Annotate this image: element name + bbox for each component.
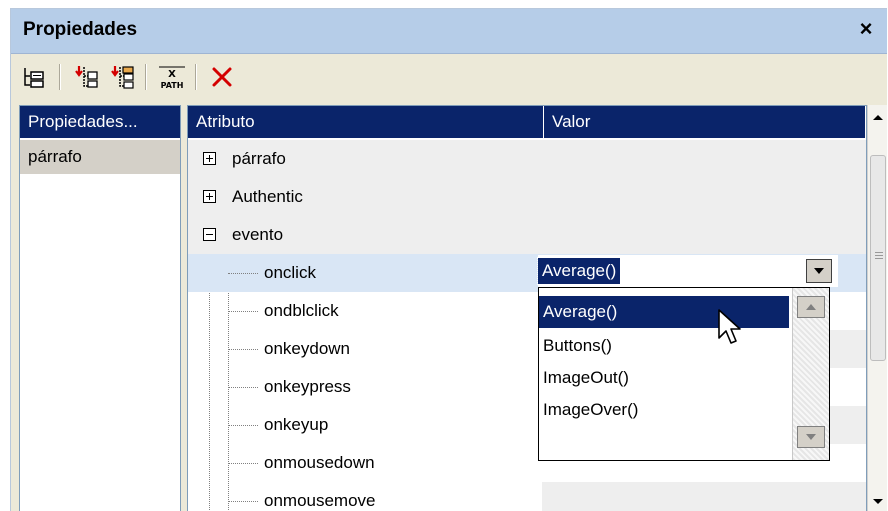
dropdown-scroll-down-button[interactable]	[797, 426, 825, 448]
tree-row-authentic[interactable]: Authentic	[188, 178, 866, 216]
insert-attribute-button[interactable]	[69, 60, 103, 94]
attribute-label: Authentic	[232, 187, 303, 206]
tree-view-button[interactable]	[17, 60, 51, 94]
chevron-down-icon	[814, 268, 824, 274]
delete-icon	[212, 67, 232, 87]
attribute-label: onclick	[264, 263, 316, 282]
attribute-label: onkeypress	[264, 377, 351, 396]
dropdown-scrollbar[interactable]	[792, 288, 829, 460]
chevron-down-icon	[806, 434, 816, 440]
tree-view-icon	[24, 68, 44, 88]
attribute-label: onkeydown	[264, 339, 351, 358]
toolbar: X PATH	[11, 54, 887, 102]
mouse-pointer-icon	[718, 309, 741, 344]
tree-row-parrafo[interactable]: párrafo	[188, 140, 866, 178]
tree-row-onmousemove[interactable]: onmousemove	[188, 482, 866, 511]
attribute-label: ondblclick	[264, 301, 339, 320]
combobox-value[interactable]: Average()	[536, 257, 622, 285]
close-button[interactable]: ×	[853, 15, 879, 43]
scroll-up-icon[interactable]	[873, 115, 883, 120]
window-title: Propiedades	[23, 19, 138, 40]
dropdown-option[interactable]: ImageOver()	[539, 394, 789, 426]
expand-plus-icon[interactable]	[203, 190, 216, 203]
delete-button[interactable]	[205, 60, 239, 94]
left-panel-item[interactable]: párrafo	[20, 140, 180, 174]
dropdown-option[interactable]: Buttons()	[539, 330, 789, 362]
dropdown-option[interactable]: Average()	[539, 296, 789, 328]
attribute-label: onmousemove	[264, 491, 376, 510]
xpath-button[interactable]: X PATH	[155, 60, 189, 94]
dropdown-scroll-up-button[interactable]	[797, 296, 825, 318]
scrollbar-thumb[interactable]	[870, 155, 886, 361]
tree-row-evento[interactable]: evento	[188, 216, 866, 254]
attribute-label: párrafo	[232, 149, 286, 168]
dropdown-arrow-button[interactable]	[806, 259, 832, 283]
function-dropdown-list: Average() Buttons() ImageOut() ImageOver…	[538, 287, 830, 461]
chevron-up-icon	[806, 304, 816, 310]
expand-plus-icon[interactable]	[203, 152, 216, 165]
dropdown-option[interactable]: ImageOut()	[539, 362, 789, 394]
insert-attribute-icon	[75, 66, 98, 88]
collapse-minus-icon[interactable]	[203, 228, 216, 241]
svg-text:X: X	[168, 69, 176, 80]
append-attribute-icon	[111, 66, 134, 89]
attribute-label: onmousedown	[264, 453, 375, 472]
column-header-value[interactable]: Valor	[544, 106, 866, 138]
title-bar: Propiedades ×	[11, 9, 887, 54]
left-panel-header[interactable]: Propiedades...	[20, 106, 180, 138]
append-attribute-button[interactable]	[105, 60, 139, 94]
scroll-down-icon[interactable]	[873, 499, 883, 504]
attribute-label: onkeyup	[264, 415, 329, 434]
onclick-value-combobox[interactable]: Average()	[536, 255, 838, 287]
vertical-scrollbar[interactable]	[867, 105, 887, 511]
left-panel: Propiedades... párrafo	[19, 105, 181, 511]
svg-text:PATH: PATH	[161, 81, 184, 90]
column-header-attribute[interactable]: Atributo	[188, 106, 544, 138]
xpath-icon: X PATH	[159, 66, 185, 90]
attribute-label: evento	[232, 225, 284, 244]
